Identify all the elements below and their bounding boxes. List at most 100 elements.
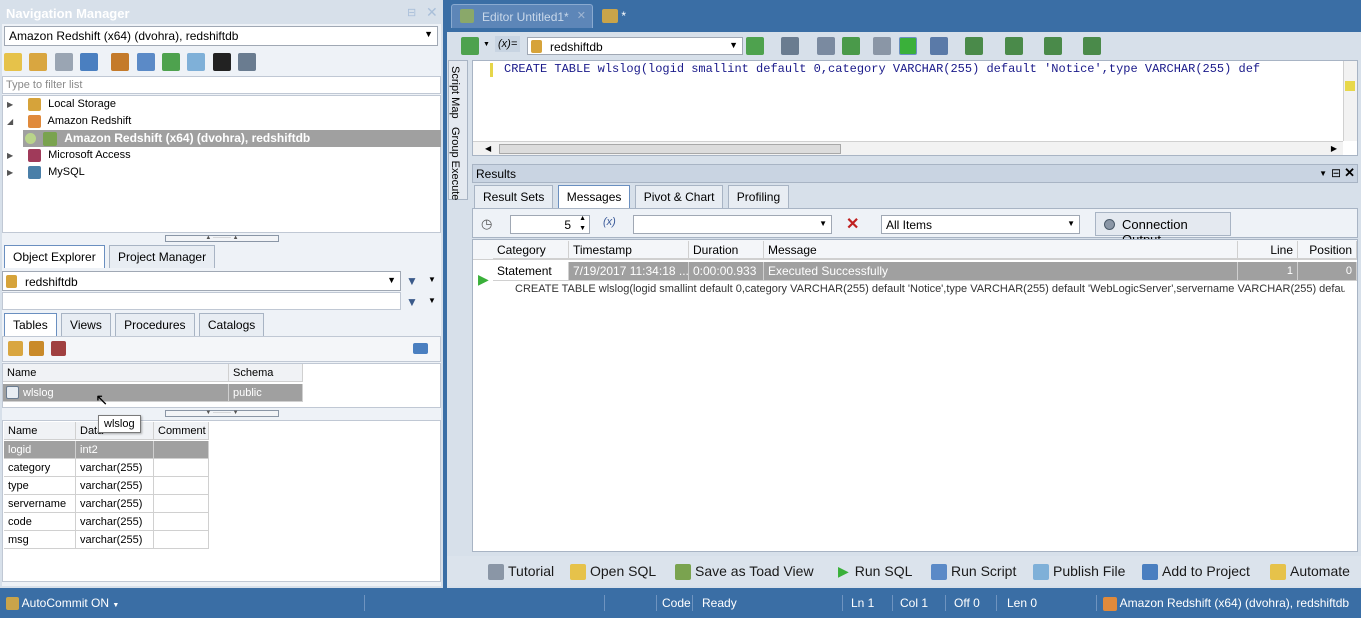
- tree-item-local-storage[interactable]: ▶ Local Storage: [7, 96, 116, 113]
- pin-icon[interactable]: ⊟: [1331, 166, 1341, 180]
- step-icon[interactable]: [930, 37, 949, 55]
- column-type[interactable]: varchar(255): [76, 513, 154, 531]
- column-name[interactable]: msg: [4, 531, 76, 549]
- message-category[interactable]: Statement: [493, 262, 569, 281]
- tab-script-map[interactable]: Script Map: [449, 66, 461, 119]
- message-position[interactable]: 0: [1298, 262, 1357, 281]
- column-name[interactable]: servername: [4, 495, 76, 513]
- collapse-icon[interactable]: ◢: [7, 113, 17, 130]
- execute-icon[interactable]: [461, 37, 479, 55]
- column-header-line[interactable]: Line: [1238, 241, 1298, 259]
- splitter-handle[interactable]: ▼ ········· ▼: [165, 410, 279, 417]
- alter-table-icon[interactable]: [29, 341, 44, 356]
- filter-input[interactable]: Type to filter list: [2, 76, 441, 94]
- column-name[interactable]: type: [4, 477, 76, 495]
- scroll-left-icon[interactable]: ◀: [485, 144, 491, 153]
- rollback-icon[interactable]: [1004, 37, 1023, 55]
- spin-down-icon[interactable]: ▼: [579, 225, 586, 232]
- disconnect-icon[interactable]: [54, 53, 73, 71]
- tab-editor-untitled1[interactable]: Editor Untitled1* ✕: [451, 4, 593, 28]
- tree-item-mysql[interactable]: ▶ MySQL: [7, 164, 85, 181]
- column-type[interactable]: varchar(255): [76, 459, 154, 477]
- tab-catalogs[interactable]: Catalogs: [198, 313, 265, 336]
- add-to-project-button[interactable]: Add to Project: [1142, 562, 1250, 581]
- variable-icon[interactable]: (x): [603, 216, 616, 228]
- copy-icon[interactable]: [187, 53, 206, 71]
- horizontal-scrollbar[interactable]: ◀ ▶: [473, 141, 1343, 155]
- column-header-schema[interactable]: Schema: [229, 364, 303, 382]
- expand-icon[interactable]: ▶: [7, 147, 17, 164]
- tree-icon[interactable]: [842, 37, 861, 55]
- commit-icon[interactable]: [965, 37, 984, 55]
- column-type[interactable]: varchar(255): [76, 531, 154, 549]
- explorer-filter-input[interactable]: [2, 292, 401, 310]
- format-icon[interactable]: [781, 37, 800, 55]
- variables-icon[interactable]: (x)=: [495, 36, 521, 52]
- import-icon[interactable]: [1083, 37, 1102, 55]
- automate-button[interactable]: Automate: [1270, 562, 1350, 581]
- console-icon[interactable]: [212, 53, 231, 71]
- tab-tables[interactable]: Tables: [4, 313, 57, 336]
- run-script-button[interactable]: Run Script: [931, 562, 1016, 581]
- connection-output-button[interactable]: Connection Output: [1095, 212, 1231, 247]
- new-group-icon[interactable]: [29, 53, 48, 71]
- tab-result-sets[interactable]: Result Sets: [474, 185, 554, 208]
- column-name[interactable]: logid: [4, 441, 76, 459]
- scroll-thumb[interactable]: [499, 144, 841, 154]
- column-comment[interactable]: [154, 459, 209, 477]
- tab-views[interactable]: Views: [61, 313, 111, 336]
- sql-text[interactable]: CREATE TABLE wlslog(logid smallint defau…: [504, 62, 1344, 76]
- column-header-position[interactable]: Position: [1298, 241, 1357, 259]
- tree-item-redshift-connection[interactable]: Amazon Redshift (x64) (dvohra), redshift…: [23, 130, 441, 147]
- run-sql-button[interactable]: ▶ Run SQL: [838, 562, 912, 580]
- explorer-db-select[interactable]: redshiftdb ▼: [2, 271, 401, 291]
- spin-up-icon[interactable]: ▲: [579, 215, 586, 222]
- column-header-timestamp[interactable]: Timestamp: [569, 241, 689, 259]
- tab-messages[interactable]: Messages: [557, 185, 631, 208]
- message-filter-input[interactable]: ▼: [633, 215, 832, 234]
- column-comment[interactable]: [154, 531, 209, 549]
- explain-icon[interactable]: [873, 37, 892, 55]
- open-sql-button[interactable]: Open SQL: [570, 562, 656, 581]
- menu-arrow-icon[interactable]: ▼: [1319, 169, 1327, 178]
- column-header-category[interactable]: Category: [493, 241, 569, 259]
- filter-menu-icon[interactable]: ▼: [428, 275, 436, 284]
- column-header-message[interactable]: Message: [764, 241, 1238, 259]
- row-indicator-icon[interactable]: ▶: [478, 271, 489, 288]
- column-header-duration[interactable]: Duration: [689, 241, 764, 259]
- column-name[interactable]: code: [4, 513, 76, 531]
- status-connection[interactable]: Amazon Redshift (x64) (dvohra), redshift…: [1103, 594, 1349, 612]
- tab-pivot-chart[interactable]: Pivot & Chart: [634, 185, 724, 208]
- remove-connection-icon[interactable]: [80, 53, 99, 71]
- tree-item-microsoft-access[interactable]: ▶ Microsoft Access: [7, 147, 131, 164]
- column-comment[interactable]: [154, 495, 209, 513]
- publish-file-button[interactable]: Publish File: [1033, 562, 1125, 581]
- column-comment[interactable]: [154, 477, 209, 495]
- tab-profiling[interactable]: Profiling: [727, 185, 790, 208]
- properties-icon[interactable]: [111, 53, 130, 71]
- column-header-name[interactable]: Name: [3, 364, 229, 382]
- column-name[interactable]: category: [4, 459, 76, 477]
- message-timestamp[interactable]: 7/19/2017 11:34:18 ...: [569, 262, 689, 281]
- settings-icon[interactable]: [238, 53, 257, 71]
- column-header-comment[interactable]: Comment: [154, 422, 209, 440]
- items-select[interactable]: All Items ▼: [881, 215, 1080, 234]
- vertical-scrollbar[interactable]: [1343, 61, 1357, 141]
- tutorial-button[interactable]: Tutorial: [488, 562, 554, 581]
- save-as-toad-view-button[interactable]: Save as Toad View: [675, 562, 814, 581]
- tree-item-amazon-redshift[interactable]: ◢ Amazon Redshift: [7, 113, 131, 130]
- pin-icon[interactable]: ⊟: [407, 6, 416, 19]
- close-icon[interactable]: ✕: [1344, 165, 1355, 181]
- connection-select[interactable]: Amazon Redshift (x64) (dvohra), redshift…: [4, 26, 438, 46]
- find-icon[interactable]: [816, 37, 835, 55]
- message-duration[interactable]: 0:00:00.933: [689, 262, 764, 281]
- close-icon[interactable]: ✕: [426, 4, 438, 21]
- filter-funnel-icon[interactable]: ▼: [406, 274, 418, 288]
- tab-group-execute[interactable]: Group Execute: [449, 127, 461, 200]
- tab-project-manager[interactable]: Project Manager: [109, 245, 216, 268]
- expand-icon[interactable]: ▶: [7, 164, 17, 181]
- dropdown-arrow-icon[interactable]: ▼: [483, 41, 490, 48]
- interval-spinner[interactable]: 5 ▲ ▼: [510, 215, 590, 234]
- export-icon[interactable]: [1044, 37, 1063, 55]
- column-type[interactable]: varchar(255): [76, 495, 154, 513]
